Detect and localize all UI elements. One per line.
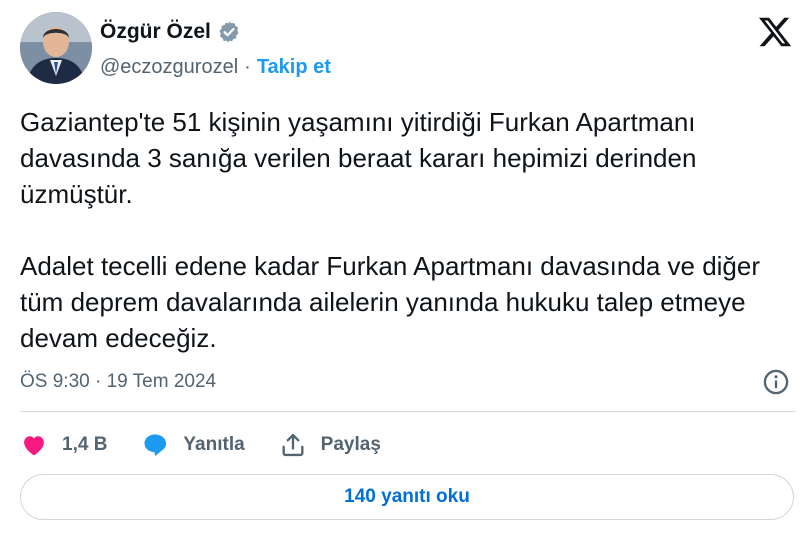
like-button[interactable]: 1,4 B bbox=[20, 431, 107, 459]
author-avatar[interactable] bbox=[20, 12, 92, 84]
speech-bubble-icon bbox=[144, 434, 167, 457]
share-label: Paylaş bbox=[320, 434, 381, 455]
tweet-card: Özgür Özel @eczozgurozel · Takip et Gazi… bbox=[0, 0, 811, 538]
like-count: 1,4 B bbox=[62, 434, 108, 455]
divider bbox=[20, 411, 796, 412]
read-replies-button[interactable]: 140 yanıtı oku bbox=[20, 474, 794, 520]
author-handle[interactable]: @eczozgurozel bbox=[100, 56, 238, 79]
share-upload-icon bbox=[282, 433, 304, 457]
action-bar: 1,4 B Yanıtla Paylaş bbox=[20, 428, 415, 462]
author-handle-row: @eczozgurozel · Takip et bbox=[100, 56, 331, 79]
tweet-text: Gaziantep'te 51 kişinin yaşamını yitirdi… bbox=[20, 107, 761, 353]
info-icon[interactable] bbox=[762, 368, 790, 396]
verified-badge-icon bbox=[219, 21, 239, 43]
heart-icon bbox=[24, 436, 44, 456]
follow-button[interactable]: Takip et bbox=[257, 56, 331, 79]
avatar-photo bbox=[20, 12, 92, 84]
x-logo-icon[interactable] bbox=[757, 14, 793, 50]
reply-label: Yanıtla bbox=[183, 434, 245, 455]
author-name-row: Özgür Özel bbox=[100, 20, 241, 44]
reply-button[interactable]: Yanıtla bbox=[141, 431, 245, 459]
tweet-timestamp[interactable]: ÖS 9:30 · 19 Tem 2024 bbox=[20, 371, 216, 393]
share-button[interactable]: Paylaş bbox=[279, 431, 381, 459]
author-name[interactable]: Özgür Özel bbox=[100, 20, 211, 44]
separator-dot: · bbox=[244, 56, 251, 78]
